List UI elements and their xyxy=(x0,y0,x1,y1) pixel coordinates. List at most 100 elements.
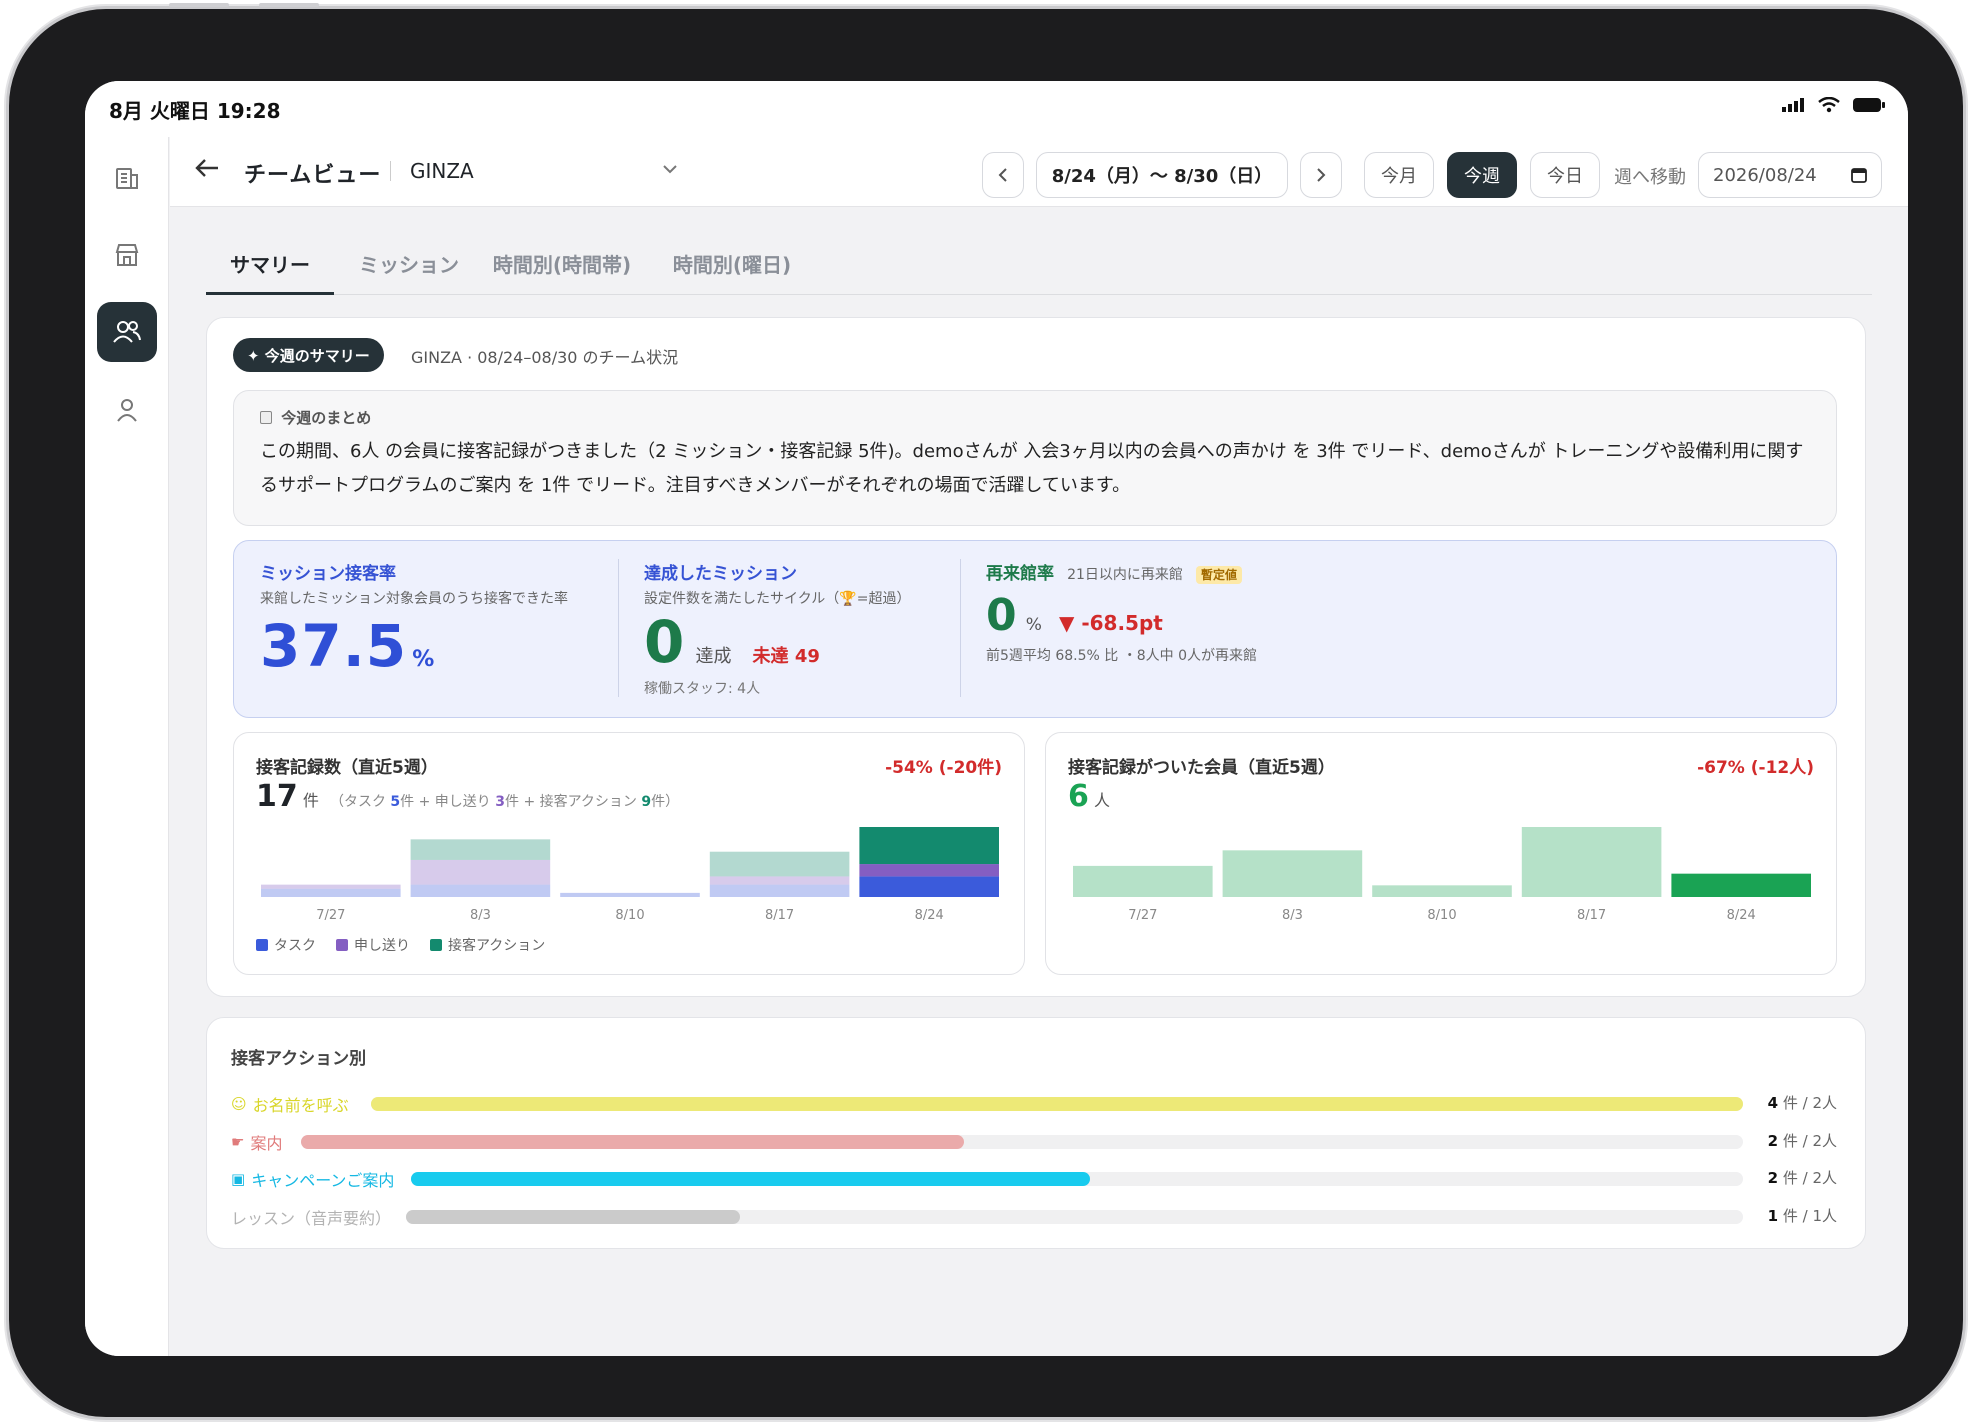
status-time: 8月 火曜日 19:28 xyxy=(109,99,281,123)
tab-hourly[interactable]: 時間別(時間帯) xyxy=(482,249,642,295)
provisional-badge: 暫定値 xyxy=(1196,566,1243,584)
store-select[interactable]: GINZA xyxy=(410,159,474,183)
arrow-left-icon xyxy=(195,159,218,177)
kpi-rate-title: ミッション接客率 xyxy=(260,564,396,584)
person-icon xyxy=(117,399,137,422)
bar-8/24 xyxy=(1671,873,1811,897)
bar-8/17-1 xyxy=(709,876,850,885)
sidebar-item-profile[interactable] xyxy=(97,380,157,440)
action-count-unit: 件 xyxy=(1778,1169,1803,1187)
bar-8/24-1 xyxy=(859,864,999,877)
action-label-text: レッスン（音声要約） xyxy=(231,1208,392,1228)
team-icon xyxy=(113,321,141,343)
wifi-icon xyxy=(1818,97,1840,113)
date-range-display[interactable]: 8/24（月）〜 8/30（日） xyxy=(1036,152,1288,198)
bar-8/3-0 xyxy=(410,884,551,897)
sidebar-item-company[interactable] xyxy=(97,147,157,207)
bar-8/24-2 xyxy=(859,827,999,865)
next-week-button[interactable] xyxy=(1300,152,1342,198)
header: チームビュー GINZA 8/24（月）〜 8/30（日） 今月 今週 今日 週… xyxy=(170,137,1908,207)
today-button[interactable]: 今日 xyxy=(1530,152,1600,198)
smile-icon: ☺ xyxy=(231,1095,247,1113)
this-week-button[interactable]: 今週 xyxy=(1447,152,1517,198)
kpi-rate-unit: % xyxy=(412,647,435,672)
action-count-value: 2 xyxy=(1767,1131,1779,1150)
action-bar-fill xyxy=(371,1097,1743,1111)
action-bar-track xyxy=(371,1097,1743,1111)
kpi-revisit-rate: 再来館率 21日以内に再来館 暫定値 0 % ▼ -68.5pt 前5週平均 6… xyxy=(986,559,1386,665)
records-chart-card: 接客記録数（直近5週） -54% (-20件) 17 件 （タスク 5件 + 申… xyxy=(233,732,1025,975)
tab-mission[interactable]: ミッション xyxy=(354,249,464,295)
sidebar-item-team[interactable] xyxy=(97,302,157,362)
note-icon xyxy=(260,411,272,424)
summary-card: ✦ 今週のサマリー GINZA · 08/24–08/30 のチーム状況 今週の… xyxy=(206,317,1866,997)
action-label: ▣ キャンペーンご案内 xyxy=(231,1167,394,1191)
records-legend: タスク 申し送り 接客アクション xyxy=(256,935,545,955)
kpi-revisit-title: 再来館率 xyxy=(986,564,1054,584)
action-label-text: お名前を呼ぶ xyxy=(252,1096,349,1115)
action-bar-track xyxy=(406,1209,1743,1224)
action-count-value: 4 xyxy=(1767,1094,1779,1112)
bar-8/3-1 xyxy=(410,859,551,885)
action-count-value: 2 xyxy=(1767,1169,1779,1187)
bar-7/27-0 xyxy=(261,888,401,897)
bar-8/17-0 xyxy=(709,884,850,897)
kpi-revisit-unit: % xyxy=(1025,615,1042,635)
summary-text: この期間、6人 の会員に接客記録がつきました（2 ミッション・接客記録 5件)。… xyxy=(260,441,1804,496)
action-label: レッスン（音声要約） xyxy=(231,1205,391,1229)
back-button[interactable] xyxy=(192,153,222,183)
legend-handover: 申し送り xyxy=(354,938,410,954)
bar-7/27-1 xyxy=(261,884,401,889)
summary-box: 今週のまとめ この期間、6人 の会員に接客記録がつきました（2 ミッション・接客… xyxy=(233,390,1837,526)
kpi-rate-value: 37.5 xyxy=(260,612,408,680)
weekly-summary-badge: ✦ 今週のサマリー xyxy=(233,338,384,372)
calendar-icon[interactable] xyxy=(1851,167,1867,183)
action-people: / 1人 xyxy=(1802,1206,1837,1225)
action-label-text: キャンペーンご案内 xyxy=(251,1171,395,1190)
status-bar: 8月 火曜日 19:28 xyxy=(85,81,1908,137)
kpi-missions-unit: 達成 xyxy=(695,646,732,667)
hand-icon: ☛ xyxy=(231,1132,245,1151)
action-bar-fill xyxy=(411,1172,1091,1186)
x-tick-7/27: 7/27 xyxy=(1128,908,1157,923)
calendar-icon: ▣ xyxy=(231,1170,246,1188)
kpi-revisit-footer: 前5週平均 68.5% 比 ・8人中 0人が再来館 xyxy=(986,648,1257,664)
summary-context: GINZA · 08/24–08/30 のチーム状況 xyxy=(411,348,679,367)
action-bar-track xyxy=(411,1172,1743,1186)
records-bar-chart: 7/27 8/3 8/10 8/17 8/24 xyxy=(261,827,999,923)
date-input[interactable]: 2026/08/24 xyxy=(1698,152,1882,198)
kpi-missions-achieved: 達成したミッション 設定件数を満たしたサイクル（🏆=超過） 0 達成 未達 49… xyxy=(644,559,944,698)
sidebar xyxy=(85,137,169,1356)
bar-8/10-0 xyxy=(560,892,700,897)
prev-week-button[interactable] xyxy=(982,152,1024,198)
sidebar-item-store[interactable] xyxy=(97,225,157,285)
x-tick-8/24: 8/24 xyxy=(1727,908,1756,923)
signal-icon xyxy=(1782,98,1804,112)
main-area: チームビュー GINZA 8/24（月）〜 8/30（日） 今月 今週 今日 週… xyxy=(170,137,1908,1356)
action-row: ☛ 案内 2 件 / 2人 xyxy=(231,1130,1837,1154)
action-count: 2 件 / 2人 xyxy=(1759,1167,1837,1188)
this-month-button[interactable]: 今月 xyxy=(1364,152,1434,198)
x-tick-8/3: 8/3 xyxy=(1282,908,1303,923)
action-row: ▣ キャンペーンご案内 2 件 / 2人 xyxy=(231,1167,1837,1191)
tab-summary[interactable]: サマリー xyxy=(206,249,334,295)
tab-weekday[interactable]: 時間別(曜日) xyxy=(662,249,802,295)
tablet-frame: 8月 火曜日 19:28 チームビュー GINZA 8/24（月）〜 8/30（… xyxy=(6,3,1966,1420)
x-tick-7/27: 7/27 xyxy=(316,908,345,923)
chevron-down-icon[interactable] xyxy=(662,163,678,175)
x-tick-8/10: 8/10 xyxy=(615,908,644,923)
action-label-text: 案内 xyxy=(250,1133,283,1153)
action-bar-fill xyxy=(301,1134,965,1149)
action-bar-fill xyxy=(406,1209,741,1224)
bar-8/3 xyxy=(1222,850,1363,897)
jump-week-label: 週へ移動 xyxy=(1614,167,1686,188)
kpi-revisit-delta: ▼ -68.5pt xyxy=(1058,611,1163,635)
action-count: 1 件 / 1人 xyxy=(1759,1205,1837,1226)
action-row: レッスン（音声要約） 1 件 / 1人 xyxy=(231,1205,1837,1229)
kpi-panel: ミッション接客率 来館したミッション対象会員のうち接客できた率 37.5 % 達… xyxy=(233,540,1837,718)
x-tick-8/17: 8/17 xyxy=(765,908,794,923)
action-people: / 2人 xyxy=(1802,1169,1837,1187)
date-input-value: 2026/08/24 xyxy=(1713,164,1817,186)
action-bar-track xyxy=(301,1134,1743,1149)
battery-icon xyxy=(1853,98,1885,112)
